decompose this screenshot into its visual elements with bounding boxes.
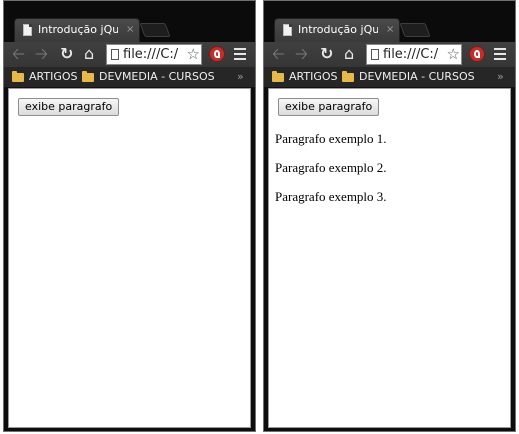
tab-strip: Introdução jQuery ×	[4, 1, 255, 42]
bookmarks-overflow-icon[interactable]: »	[497, 70, 504, 84]
page-icon	[283, 24, 292, 36]
star-icon[interactable]: ☆	[445, 45, 460, 63]
menu-icon[interactable]	[234, 48, 246, 63]
tab-title: Introdução jQuery	[38, 23, 118, 36]
toolbar: 🡠 🡢 ↻ ⌂ file:///C:/ ☆	[4, 42, 255, 67]
bookmark-artigos[interactable]: ARTIGOS	[272, 69, 338, 85]
exibe-paragrafo-button[interactable]: exibe paragrafo	[18, 98, 120, 116]
address-bar[interactable]: file:///C:/ ☆	[106, 44, 202, 65]
bookmark-label: DEVMEDIA - CURSOS	[99, 70, 215, 83]
bookmarks-bar: ARTIGOS DEVMEDIA - CURSOS »	[4, 67, 255, 88]
browser-window-right: Introdução jQuery × 🡠 🡢 ↻ ⌂ file:///C:/ …	[263, 0, 516, 432]
forward-arrow-icon[interactable]: 🡢	[295, 45, 308, 63]
home-icon[interactable]: ⌂	[344, 45, 354, 63]
new-tab-button[interactable]	[139, 23, 171, 37]
exibe-paragrafo-button[interactable]: exibe paragrafo	[278, 98, 380, 116]
bookmark-devmedia-cursos[interactable]: DEVMEDIA - CURSOS	[82, 69, 215, 85]
page-icon	[23, 24, 32, 36]
bookmark-label: ARTIGOS	[289, 70, 338, 83]
tab-close-icon[interactable]: ×	[126, 24, 134, 36]
extension-icon[interactable]	[469, 46, 485, 62]
back-arrow-icon[interactable]: 🡠	[12, 45, 25, 63]
address-text: file:///C:/	[383, 47, 439, 62]
tab-introducao-jquery[interactable]: Introdução jQuery ×	[274, 18, 400, 42]
address-bar[interactable]: file:///C:/ ☆	[366, 44, 462, 65]
forward-arrow-icon[interactable]: 🡢	[35, 45, 48, 63]
page-icon	[371, 49, 379, 60]
bookmark-devmedia-cursos[interactable]: DEVMEDIA - CURSOS	[342, 69, 475, 85]
bookmarks-bar: ARTIGOS DEVMEDIA - CURSOS »	[264, 67, 515, 88]
reload-icon[interactable]: ↻	[60, 45, 73, 63]
tab-title: Introdução jQuery	[298, 23, 378, 36]
tab-introducao-jquery[interactable]: Introdução jQuery ×	[14, 18, 140, 42]
back-arrow-icon[interactable]: 🡠	[272, 45, 285, 63]
bookmark-artigos[interactable]: ARTIGOS	[12, 69, 78, 85]
bookmarks-overflow-icon[interactable]: »	[237, 70, 244, 84]
bookmark-label: ARTIGOS	[29, 70, 78, 83]
star-icon[interactable]: ☆	[185, 45, 200, 63]
reload-icon[interactable]: ↻	[320, 45, 333, 63]
page-content: exibe paragrafo Paragrafo exemplo 1. Par…	[268, 88, 511, 428]
tab-close-icon[interactable]: ×	[386, 24, 394, 36]
paragraph: Paragrafo exemplo 3.	[275, 189, 387, 204]
bookmark-label: DEVMEDIA - CURSOS	[359, 70, 475, 83]
menu-icon[interactable]	[494, 48, 506, 63]
extension-icon[interactable]	[209, 46, 225, 62]
tab-strip: Introdução jQuery ×	[264, 1, 515, 42]
new-tab-button[interactable]	[399, 23, 431, 37]
paragraph: Paragrafo exemplo 1.	[275, 131, 387, 146]
browser-window-left: Introdução jQuery × 🡠 🡢 ↻ ⌂ file:///C:/ …	[3, 0, 256, 432]
address-text: file:///C:/	[123, 47, 179, 62]
folder-icon	[12, 70, 24, 82]
home-icon[interactable]: ⌂	[84, 45, 94, 63]
folder-icon	[272, 70, 284, 82]
toolbar: 🡠 🡢 ↻ ⌂ file:///C:/ ☆	[264, 42, 515, 67]
folder-icon	[82, 70, 94, 82]
page-icon	[111, 49, 119, 60]
folder-icon	[342, 70, 354, 82]
page-content: exibe paragrafo	[8, 88, 251, 428]
paragraph-list: Paragrafo exemplo 1. Paragrafo exemplo 2…	[275, 131, 505, 218]
paragraph: Paragrafo exemplo 2.	[275, 160, 387, 175]
